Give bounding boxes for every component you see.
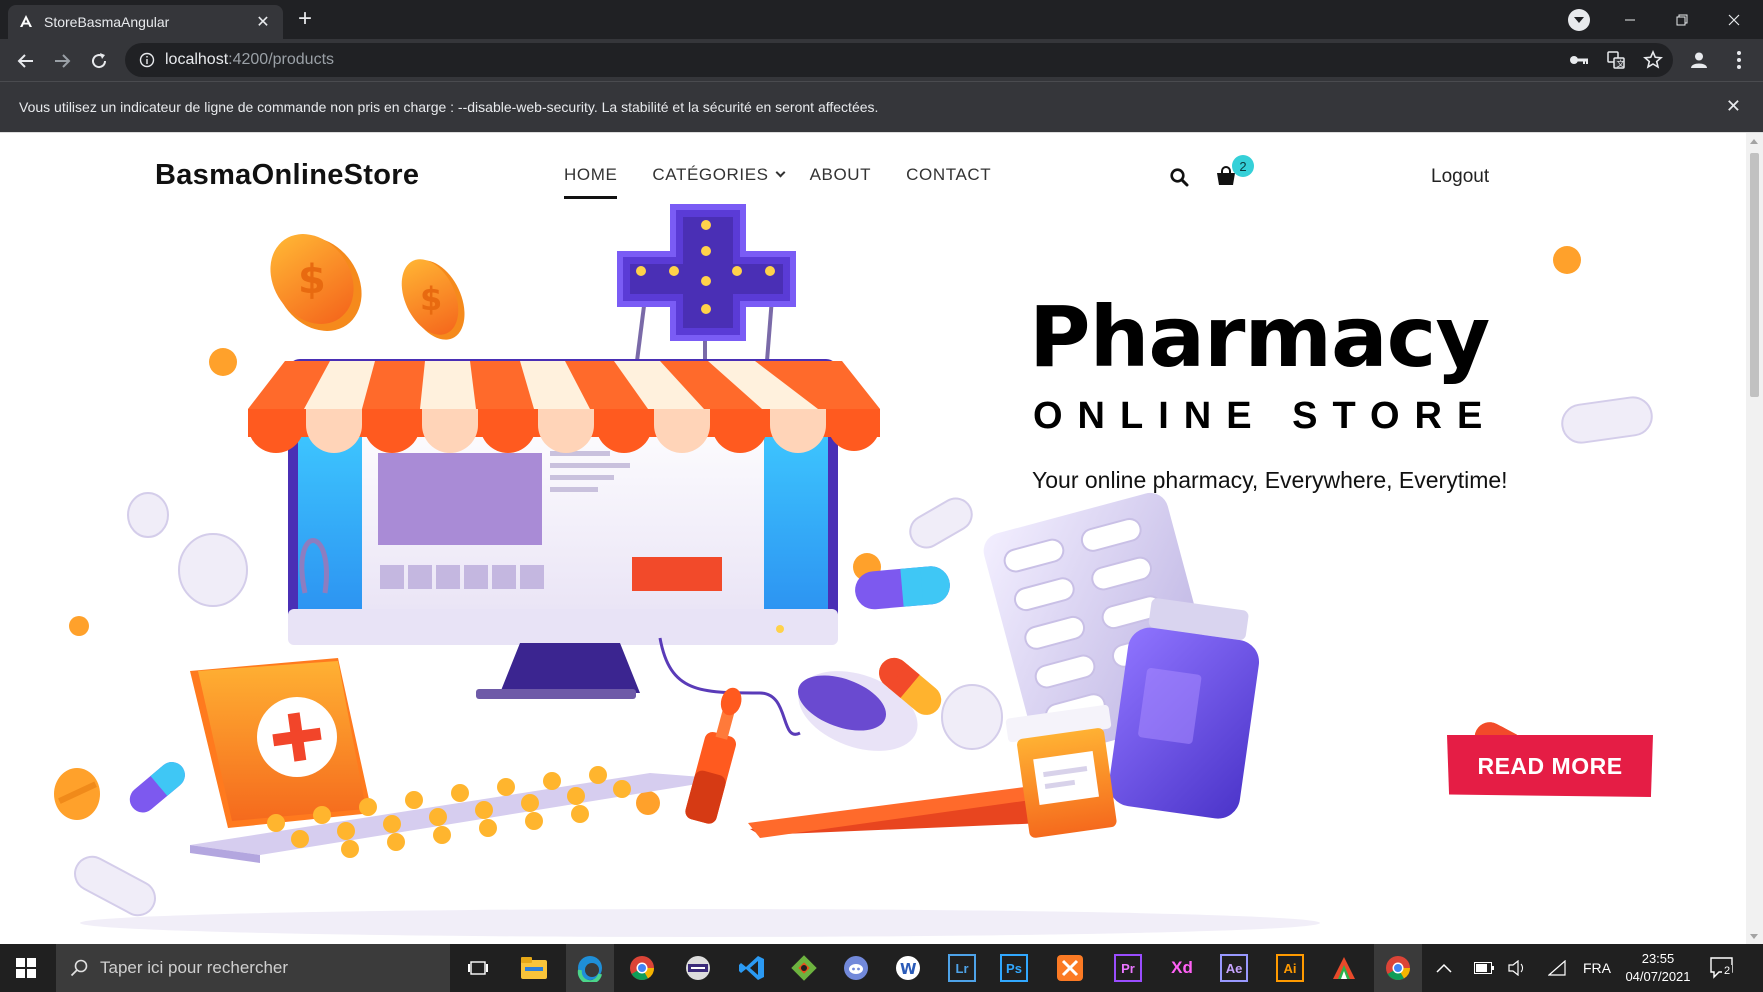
page-scrollbar[interactable] [1746,133,1763,944]
page-viewport: $ $ BasmaOnlineStore HOME CATÉGORIES ABO… [0,132,1763,944]
tab-close-icon[interactable]: ✕ [253,12,273,32]
search-icon [70,959,88,977]
volume-icon[interactable] [1508,944,1526,992]
close-icon [1728,14,1740,25]
tab-title: StoreBasmaAngular [44,14,170,30]
menu-icon[interactable] [1726,47,1752,73]
windows-start-icon[interactable] [16,958,36,978]
chrome-active-icon[interactable] [1374,944,1422,992]
taskbar-search[interactable]: Taper ici pour rechercher [56,944,450,992]
account-icon[interactable] [1686,47,1712,73]
wifi-icon[interactable] [1548,944,1566,992]
file-explorer-icon[interactable] [516,950,552,986]
forward-button[interactable] [48,47,76,75]
pharmacy-cross-sign [617,204,796,362]
taskbar-search-placeholder: Taper ici pour rechercher [100,958,289,977]
svg-text:$: $ [420,280,442,318]
restore-icon [1676,14,1688,25]
angular-icon [20,15,32,27]
new-tab-button[interactable]: + [298,7,312,31]
lightroom-icon[interactable]: Lr [948,954,976,982]
search-icon[interactable] [1170,168,1189,187]
reload-button[interactable] [85,47,113,75]
url-path: :4200/products [228,51,335,68]
key-icon[interactable] [1566,47,1592,73]
tray-chevron-up-icon[interactable] [1436,944,1452,992]
after-effects-icon[interactable]: Ae [1220,954,1248,982]
pharmacy-illustration: $ $ [54,204,1653,937]
logout-link[interactable]: Logout [1431,166,1489,188]
scroll-down-icon[interactable] [1750,934,1758,939]
notifications-icon[interactable]: 2 [1710,957,1736,984]
main-nav: HOME CATÉGORIES ABOUT CONTACT [564,165,991,199]
browser-titlebar: StoreBasmaAngular ✕ + [0,0,1763,39]
ampoule [685,687,742,824]
xampp-icon[interactable] [1052,950,1088,986]
address-bar[interactable]: localhost:4200/products [125,43,1673,77]
read-more-button[interactable]: READ MORE [1447,735,1653,797]
star-icon[interactable] [1640,47,1666,73]
svg-text:文: 文 [1617,59,1625,69]
tab-search-icon[interactable] [1568,9,1590,31]
xd-icon[interactable]: Xd [1164,950,1200,986]
hero-subtitle: ONLINE STORE [1033,395,1498,437]
clock-time: 23:55 [1641,951,1675,966]
nav-home[interactable]: HOME [564,165,618,199]
coin-icon: $ $ [270,234,465,340]
taskbar-clock[interactable]: 23:55 04/07/2021 [1608,950,1708,986]
info-bar: Vous utilisez un indicateur de ligne de … [0,81,1763,132]
notification-count: 2 [1722,965,1733,977]
arrow-left-icon [17,54,33,68]
nav-about[interactable]: ABOUT [810,165,872,185]
scroll-up-icon[interactable] [1750,139,1758,144]
awning [248,361,880,453]
scrollbar-thumb[interactable] [1750,153,1759,397]
browser-tab[interactable]: StoreBasmaAngular ✕ [8,5,283,39]
nav-contact[interactable]: CONTACT [906,165,991,185]
info-bar-close-icon[interactable]: ✕ [1726,96,1741,117]
git-icon[interactable] [786,950,822,986]
reload-icon [92,53,107,69]
terminal-icon[interactable] [680,950,716,986]
cart-count-badge: 2 [1232,155,1254,177]
discord-icon[interactable] [838,950,874,986]
windows-taskbar: Taper ici pour rechercher W Lr Ps Pr Xd … [0,944,1763,992]
translate-icon[interactable]: 文 [1603,47,1629,73]
app-icon[interactable] [1326,950,1362,986]
hero-tagline: Your online pharmacy, Everywhere, Everyt… [1032,467,1508,493]
hero-title: Pharmacy [1029,288,1490,386]
nav-categories[interactable]: CATÉGORIES [652,165,786,185]
back-button[interactable] [12,47,40,75]
chrome-icon[interactable] [624,950,660,986]
info-bar-message: Vous utilisez un indicateur de ligne de … [19,99,879,115]
battery-icon[interactable] [1474,944,1494,992]
minimize-button[interactable] [1604,0,1656,39]
illustrator-icon[interactable]: Ai [1276,954,1304,982]
clock-date: 04/07/2021 [1625,969,1691,984]
edge-icon[interactable] [566,944,614,992]
svg-text:W: W [900,960,917,978]
premiere-icon[interactable]: Pr [1114,954,1142,982]
svg-text:$: $ [298,257,326,303]
browser-toolbar: localhost:4200/products 文 [0,39,1763,81]
language-indicator[interactable]: FRA [1583,944,1611,992]
close-window-button[interactable] [1708,0,1760,39]
yellow-tablet [54,768,100,820]
url-host: localhost [165,51,229,68]
nav-categories-label: CATÉGORIES [652,165,769,184]
arrow-right-icon [55,54,71,68]
vscode-icon[interactable] [734,950,770,986]
minimize-icon [1625,19,1635,20]
wamp-icon[interactable]: W [890,950,926,986]
site-brand[interactable]: BasmaOnlineStore [155,159,419,192]
info-icon[interactable] [139,52,155,68]
task-view-icon[interactable] [460,950,496,986]
photoshop-icon[interactable]: Ps [1000,954,1028,982]
restore-button[interactable] [1656,0,1708,39]
